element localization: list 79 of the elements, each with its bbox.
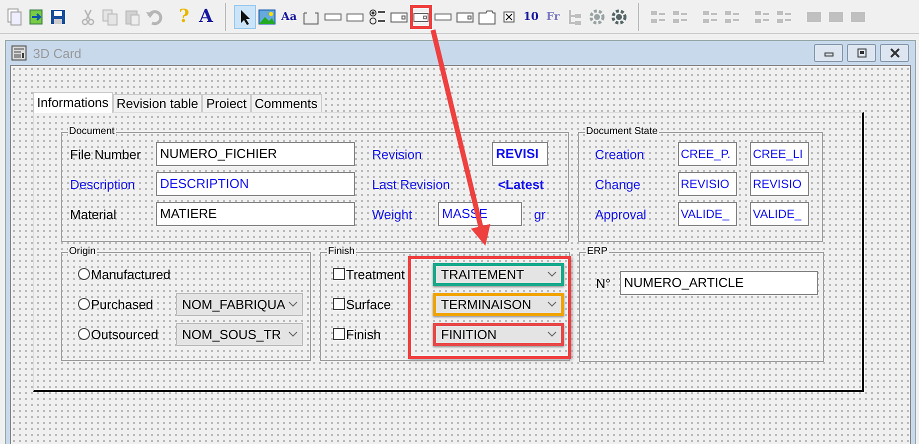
tab-icon [478, 8, 496, 26]
group-title: Document [68, 126, 116, 138]
window-title: 3D Card [33, 46, 82, 60]
dropdown[interactable]: TRAITEMENT [433, 262, 564, 286]
toolbar-button[interactable]: 10 [520, 4, 542, 28]
chevron-down-icon [288, 331, 298, 337]
field-label: Weight [372, 206, 414, 222]
checkbox[interactable] [333, 298, 345, 310]
image-icon [258, 8, 276, 26]
tab[interactable]: Informations [33, 92, 113, 113]
tab[interactable]: Revision table [112, 94, 202, 112]
field-label: File Number [70, 146, 142, 162]
copy-icon [101, 8, 119, 26]
input-field[interactable]: NUMERO_FICHIER [156, 142, 355, 166]
checkbox[interactable] [333, 268, 345, 280]
paste-icon [123, 8, 141, 26]
radio-button[interactable] [78, 268, 90, 280]
tab[interactable]: Comments [250, 94, 322, 112]
chevron-down-icon [547, 271, 557, 277]
checkbox-option[interactable]: Finish [333, 326, 421, 342]
radio-button[interactable] [78, 298, 90, 310]
gear-icon [588, 8, 606, 26]
radio-option[interactable]: Outsourced [78, 326, 176, 342]
field-label: Approval [595, 206, 648, 222]
maximize-icon [856, 48, 868, 58]
tab[interactable]: Proiect [202, 94, 251, 112]
dropdown[interactable]: NOM_FABRIQUA [176, 292, 303, 316]
field-value: <Latest [498, 176, 544, 192]
checkbox[interactable] [333, 328, 345, 340]
form-icon [11, 45, 27, 61]
dropdown[interactable]: NOM_SOUS_TR [176, 322, 303, 346]
group-title: Origin [68, 246, 97, 258]
save-icon [49, 8, 67, 26]
input-field[interactable]: REVISI [492, 142, 548, 166]
input-field[interactable]: REVISIO [750, 172, 809, 196]
radio-button[interactable] [78, 328, 90, 340]
field-label: N° [596, 276, 612, 290]
chevron-down-icon [547, 331, 557, 337]
input-field[interactable]: CREE_LI [750, 142, 809, 166]
chevron-down-icon [288, 301, 298, 307]
chevron-down-icon [547, 301, 557, 307]
maximize-button[interactable] [847, 44, 876, 62]
undo-icon [145, 8, 163, 26]
radio-option[interactable]: Manufactured [78, 266, 176, 282]
group-title: Finish [327, 246, 356, 258]
checkbox-option[interactable]: Surface [333, 296, 421, 312]
group-title: ERP [586, 246, 609, 258]
input-field[interactable]: VALIDE_ [678, 202, 737, 226]
input-field[interactable]: MATIERE [156, 202, 355, 226]
field-label: Creation [595, 146, 646, 162]
toolbar-button[interactable]: A [195, 4, 217, 28]
checkbox-option[interactable]: Treatment [333, 266, 421, 282]
close-icon [888, 48, 900, 58]
field-label: Last Revision [372, 176, 452, 192]
gear-icon [610, 8, 628, 26]
dropdown[interactable]: TERMINAISON [433, 292, 564, 316]
tree-icon [566, 8, 584, 26]
sync-icon [27, 8, 45, 26]
radio-icon [368, 8, 386, 26]
unit-label: gr [534, 206, 546, 222]
minimize-button[interactable] [814, 44, 843, 62]
field-label: Change [595, 176, 642, 192]
dropdown[interactable]: FINITION [433, 322, 564, 346]
field-label: Material [70, 206, 118, 222]
toolbar-button[interactable]: Aa [278, 4, 300, 28]
input-field[interactable]: REVISIO [678, 172, 737, 196]
new-document-icon [5, 8, 23, 26]
input-field[interactable]: CREE_P. [678, 142, 737, 166]
cut-icon [79, 8, 97, 26]
toolbar-button[interactable] [410, 4, 432, 28]
radio-option[interactable]: Purchased [78, 296, 176, 312]
close-button[interactable] [880, 44, 909, 62]
group-title: Document State [585, 126, 659, 138]
input-field[interactable]: DESCRIPTION [156, 172, 355, 196]
input-field[interactable]: NUMERO_ARTICLE [620, 271, 818, 295]
toolbar-button[interactable] [234, 4, 256, 28]
input-field[interactable]: VALIDE_ [750, 202, 809, 226]
field-label: Description [70, 176, 136, 192]
field-label: Revision [372, 146, 423, 162]
